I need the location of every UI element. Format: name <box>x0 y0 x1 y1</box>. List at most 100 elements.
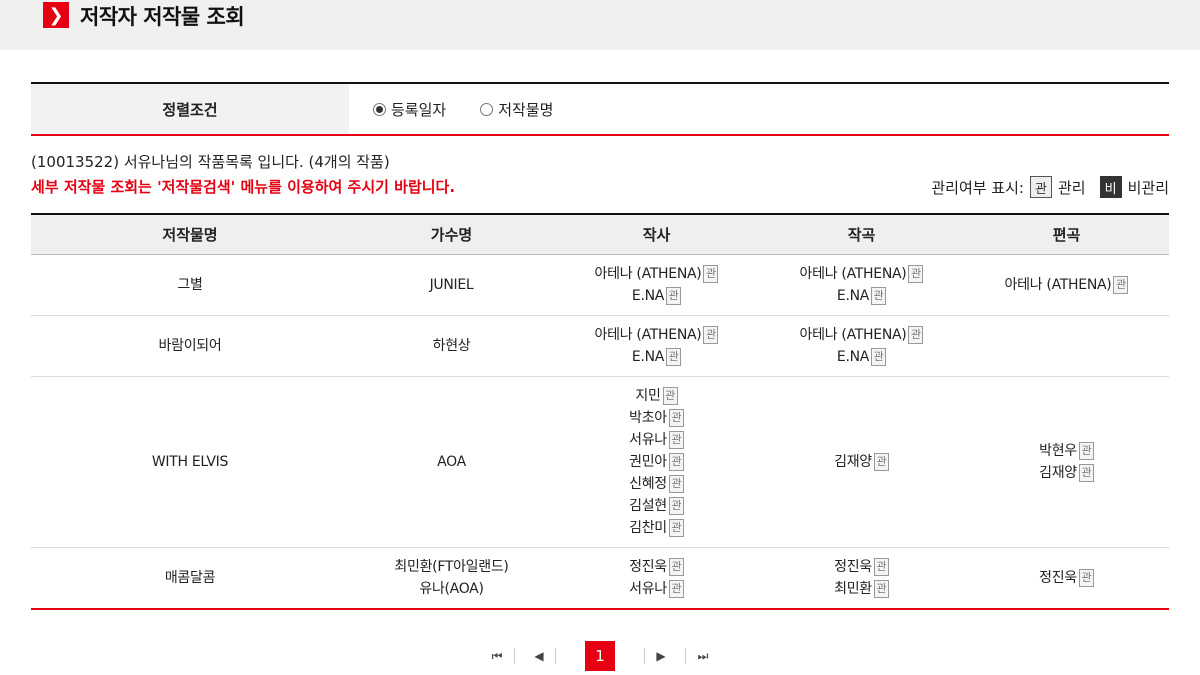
works-summary: (10013522) 서유나님의 작품목록 입니다. (4개의 작품) <box>31 153 390 171</box>
managed-badge: 관 <box>1113 276 1129 294</box>
composer-name: E.NA <box>836 288 870 304</box>
table-cell-composer: 아테나 (ATHENA) 관 E.NA 관 <box>759 315 964 377</box>
composer-name: 정진욱 <box>834 559 872 575</box>
table-cell-composer: 아테나 (ATHENA) 관 E.NA 관 <box>759 254 964 316</box>
table-header-row: 저작물명 가수명 작사 작곡 편곡 <box>31 213 1169 255</box>
table-cell-composer: 정진욱 관 최민환 관 <box>759 547 964 610</box>
page-title: 저작자 저작물 조회 <box>80 5 245 29</box>
composer-entry: 김재양 관 <box>759 451 964 473</box>
arranger-name: 정진욱 <box>1039 570 1077 586</box>
managed-badge: 관 <box>1078 464 1094 482</box>
column-header-composer: 작곡 <box>759 213 964 255</box>
composer-entry: E.NA 관 <box>759 285 964 307</box>
table-cell-singer: 하현상 <box>349 315 554 377</box>
table-cell-singer: AOA <box>349 376 554 548</box>
managed-badge: 관 <box>662 387 678 405</box>
chevron-right-icon: ❯ <box>43 2 69 28</box>
composer-name: E.NA <box>836 349 870 365</box>
pager-divider <box>685 648 686 664</box>
managed-badge: 관 <box>871 287 887 305</box>
lyrics-name: 신혜정 <box>629 476 667 492</box>
lyrics-name: 아테나 (ATHENA) <box>594 327 702 343</box>
managed-badge: 관 <box>668 580 684 598</box>
works-table: 저작물명 가수명 작사 작곡 편곡 그별 JUNIEL 아테나 (ATHENA) 관 E… <box>31 213 1169 610</box>
managed-badge: 관 <box>668 519 684 537</box>
lyrics-entry: 지민 관 <box>554 385 759 407</box>
table-cell-singer: JUNIEL <box>349 254 554 316</box>
composer-name: 아테나 (ATHENA) <box>799 327 907 343</box>
radio-unselected-icon[interactable] <box>480 102 494 116</box>
radio-selected-icon[interactable] <box>373 102 386 116</box>
lyrics-name: 박초아 <box>629 410 667 426</box>
table-row: WITH ELVIS AOA 지민 관 박초아 관 서유나 관 권민아 관 신혜정 관 김설현 관 김찬미 관… <box>31 376 1169 548</box>
singer-name: JUNIEL <box>429 277 474 293</box>
managed-badge: 관 <box>668 475 684 493</box>
work-title: 매콤달콤 <box>164 570 216 586</box>
composer-name: 김재양 <box>834 454 872 470</box>
work-title: 그별 <box>177 277 203 293</box>
lyrics-entry: 신혜정 관 <box>554 473 759 495</box>
lyrics-name: 김설현 <box>629 498 667 514</box>
unmanaged-text: 비관리 <box>1127 178 1169 197</box>
pager-divider <box>555 648 556 664</box>
page-header: ❯ 저작자 저작물 조회 <box>0 0 1200 50</box>
singer-name: 최민환(FT아일랜드) <box>394 559 509 575</box>
sort-options: 등록일자 저작물명 <box>373 84 587 134</box>
singer-name: 하현상 <box>432 338 471 354</box>
singer-entry: 최민환(FT아일랜드) <box>349 556 554 578</box>
arranger-entry: 김재양 관 <box>964 462 1169 484</box>
pager-divider <box>514 648 515 664</box>
lyrics-entry: 아테나 (ATHENA) 관 <box>554 324 759 346</box>
arranger-name: 김재양 <box>1039 465 1077 481</box>
table-cell-arranger: 박현우 관 김재양 관 <box>964 376 1169 548</box>
table-cell-arranger <box>964 315 1169 377</box>
table-row: 바람이되어 하현상 아테나 (ATHENA) 관 E.NA 관 아테나 (ATHENA) 관 E… <box>31 315 1169 377</box>
managed-badge: 관 <box>668 431 684 449</box>
arranger-entry: 정진욱 관 <box>964 567 1169 589</box>
managed-badge: 관 <box>871 348 887 366</box>
sort-option-title[interactable]: 저작물명 <box>480 99 553 120</box>
managed-badge: 관 <box>703 265 719 283</box>
managed-text: 관리 <box>1057 178 1086 197</box>
table-cell-arranger: 정진욱 관 <box>964 547 1169 610</box>
singer-name: 유나(AOA) <box>419 581 484 597</box>
lyrics-entry: 아테나 (ATHENA) 관 <box>554 263 759 285</box>
lyrics-name: 김찬미 <box>629 520 667 536</box>
singer-entry: 하현상 <box>349 335 554 357</box>
last-page-button[interactable]: ⏭ <box>690 641 716 671</box>
composer-entry: 최민환 관 <box>759 578 964 600</box>
table-cell-lyrics: 아테나 (ATHENA) 관 E.NA 관 <box>554 315 759 377</box>
pager-divider <box>644 648 645 664</box>
lyrics-name: 정진욱 <box>629 559 667 575</box>
sort-option-title-label: 저작물명 <box>498 100 554 119</box>
composer-name: 아테나 (ATHENA) <box>799 266 907 282</box>
composer-entry: 정진욱 관 <box>759 556 964 578</box>
first-page-button[interactable]: ⏮ <box>484 641 510 671</box>
composer-entry: 아테나 (ATHENA) 관 <box>759 324 964 346</box>
page-1-button[interactable]: 1 <box>585 641 615 671</box>
lyrics-name: 지민 <box>635 388 661 404</box>
lyrics-entry: E.NA 관 <box>554 285 759 307</box>
managed-badge: 관 <box>668 558 684 576</box>
managed-badge: 관 <box>668 453 684 471</box>
lyrics-name: E.NA <box>631 349 665 365</box>
singer-name: AOA <box>437 454 466 470</box>
lyrics-entry: 서유나 관 <box>554 578 759 600</box>
next-page-button[interactable]: ▶ <box>648 641 674 671</box>
table-row: 매콤달콤 최민환(FT아일랜드) 유나(AOA) 정진욱 관 서유나 관 정진욱 관 최민환 관 정진… <box>31 547 1169 610</box>
lyrics-entry: 서유나 관 <box>554 429 759 451</box>
lyrics-name: 아테나 (ATHENA) <box>594 266 702 282</box>
prev-page-button[interactable]: ◀ <box>526 641 552 671</box>
sort-option-date[interactable]: 등록일자 <box>373 99 446 120</box>
table-cell-lyrics: 아테나 (ATHENA) 관 E.NA 관 <box>554 254 759 316</box>
lyrics-entry: 정진욱 관 <box>554 556 759 578</box>
column-header-lyrics: 작사 <box>554 213 759 255</box>
sort-option-date-label: 등록일자 <box>391 100 447 119</box>
table-cell-title: 그별 <box>31 254 349 316</box>
arranger-entry: 아테나 (ATHENA) 관 <box>964 274 1169 296</box>
composer-entry: E.NA 관 <box>759 346 964 368</box>
managed-badge: 관 <box>873 453 889 471</box>
work-title: 바람이되어 <box>158 338 222 354</box>
composer-name: 최민환 <box>834 581 872 597</box>
work-title: WITH ELVIS <box>151 454 229 470</box>
